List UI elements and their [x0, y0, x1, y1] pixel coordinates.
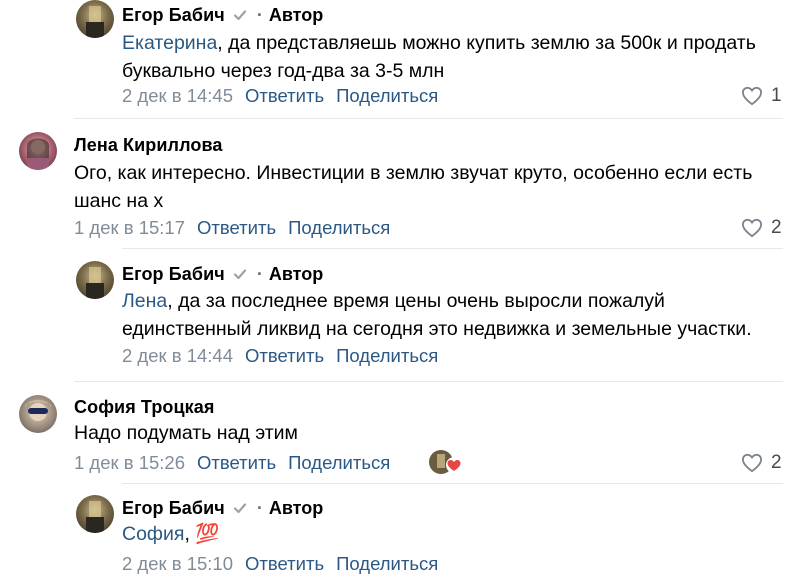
avatar[interactable]	[76, 0, 114, 38]
separator-dot: ·	[256, 497, 263, 518]
author-badge: Автор	[268, 497, 324, 518]
verified-check-icon	[233, 269, 246, 280]
comment-meta: 1 дек в 15:26 Ответить Поделиться	[74, 450, 390, 476]
author-badge: Автор	[268, 4, 324, 25]
avatar[interactable]	[19, 395, 57, 433]
comment-meta: 2 дек в 14:44 Ответить Поделиться	[122, 343, 438, 369]
reply-button[interactable]: Ответить	[245, 553, 324, 575]
like-count: 1	[771, 85, 782, 106]
heart-outline-icon	[741, 453, 763, 473]
comment-text-line1: Надо подумать над этим	[74, 422, 298, 444]
liked-by-author-badge[interactable]	[428, 449, 466, 475]
verified-check-icon	[233, 503, 246, 514]
reply-button[interactable]: Ответить	[197, 452, 276, 474]
divider	[122, 248, 783, 249]
author-badge: Автор	[268, 263, 324, 284]
divider	[74, 118, 783, 119]
separator-dot: ·	[256, 263, 263, 284]
reply-button[interactable]: Ответить	[197, 217, 276, 239]
avatar[interactable]	[76, 495, 114, 533]
share-button[interactable]: Поделиться	[336, 345, 438, 367]
mention-link[interactable]: Лена	[122, 290, 167, 312]
like-count: 2	[771, 452, 782, 473]
avatar[interactable]	[19, 132, 57, 170]
comment-date[interactable]: 2 дек в 14:44	[122, 345, 233, 367]
author-row: Егор Бабич · Автор	[122, 496, 323, 520]
comment-text-line2: единственный ликвид на сегодня это недви…	[122, 318, 752, 340]
share-button[interactable]: Поделиться	[336, 553, 438, 575]
comment-meta: 2 дек в 14:45 Ответить Поделиться	[122, 83, 438, 109]
comment-text-line2: шанс на х	[74, 190, 164, 212]
comment-date[interactable]: 2 дек в 14:45	[122, 85, 233, 107]
avatar[interactable]	[76, 261, 114, 299]
comment-date[interactable]: 2 дек в 15:10	[122, 553, 233, 575]
like-button[interactable]: 2	[741, 215, 782, 241]
author-name[interactable]: Лена Кириллова	[74, 135, 223, 156]
comment-text-line1: , 💯	[184, 523, 220, 545]
author-row: София Троцкая	[74, 395, 215, 419]
comment-text-line2: буквально через год-два за 3-5 млн	[122, 60, 445, 82]
comment-text: София, 💯	[122, 520, 220, 548]
comment-meta: 1 дек в 15:17 Ответить Поделиться	[74, 215, 390, 241]
share-button[interactable]: Поделиться	[336, 85, 438, 107]
mention-link[interactable]: Екатерина	[122, 32, 217, 54]
comment-date[interactable]: 1 дек в 15:26	[74, 452, 185, 474]
comment-date[interactable]: 1 дек в 15:17	[74, 217, 185, 239]
comment-text: Лена, да за последнее время цены очень в…	[122, 287, 752, 343]
comment-text: Екатерина, да представляешь можно купить…	[122, 29, 756, 85]
author-name[interactable]: Егор Бабич	[122, 498, 225, 519]
share-button[interactable]: Поделиться	[288, 452, 390, 474]
author-name[interactable]: Егор Бабич	[122, 5, 225, 26]
separator-dot: ·	[256, 4, 263, 25]
divider	[122, 483, 783, 484]
comment-meta: 2 дек в 15:10 Ответить Поделиться	[122, 551, 438, 577]
divider	[74, 381, 783, 382]
comment-text-line1: , да за последнее время цены очень вырос…	[167, 290, 665, 312]
comment-text: Ого, как интересно. Инвестиции в землю з…	[74, 159, 752, 215]
reply-button[interactable]: Ответить	[245, 345, 324, 367]
reply-button[interactable]: Ответить	[245, 85, 324, 107]
author-row: Егор Бабич · Автор	[122, 3, 323, 27]
author-name[interactable]: Егор Бабич	[122, 264, 225, 285]
comment-text-line1: Ого, как интересно. Инвестиции в землю з…	[74, 162, 753, 184]
author-row: Егор Бабич · Автор	[122, 262, 323, 286]
author-name[interactable]: София Троцкая	[74, 397, 215, 418]
mention-link[interactable]: София	[122, 523, 184, 545]
verified-check-icon	[233, 10, 246, 21]
like-button[interactable]: 2	[741, 450, 782, 476]
comment-text: Надо подумать над этим	[74, 419, 298, 447]
heart-outline-icon	[741, 218, 763, 238]
comment-text-line1: , да представляешь можно купить землю за…	[217, 32, 756, 54]
like-button[interactable]: 1	[741, 83, 782, 109]
like-count: 2	[771, 217, 782, 238]
share-button[interactable]: Поделиться	[288, 217, 390, 239]
heart-outline-icon	[741, 86, 763, 106]
author-row: Лена Кириллова	[74, 133, 223, 157]
